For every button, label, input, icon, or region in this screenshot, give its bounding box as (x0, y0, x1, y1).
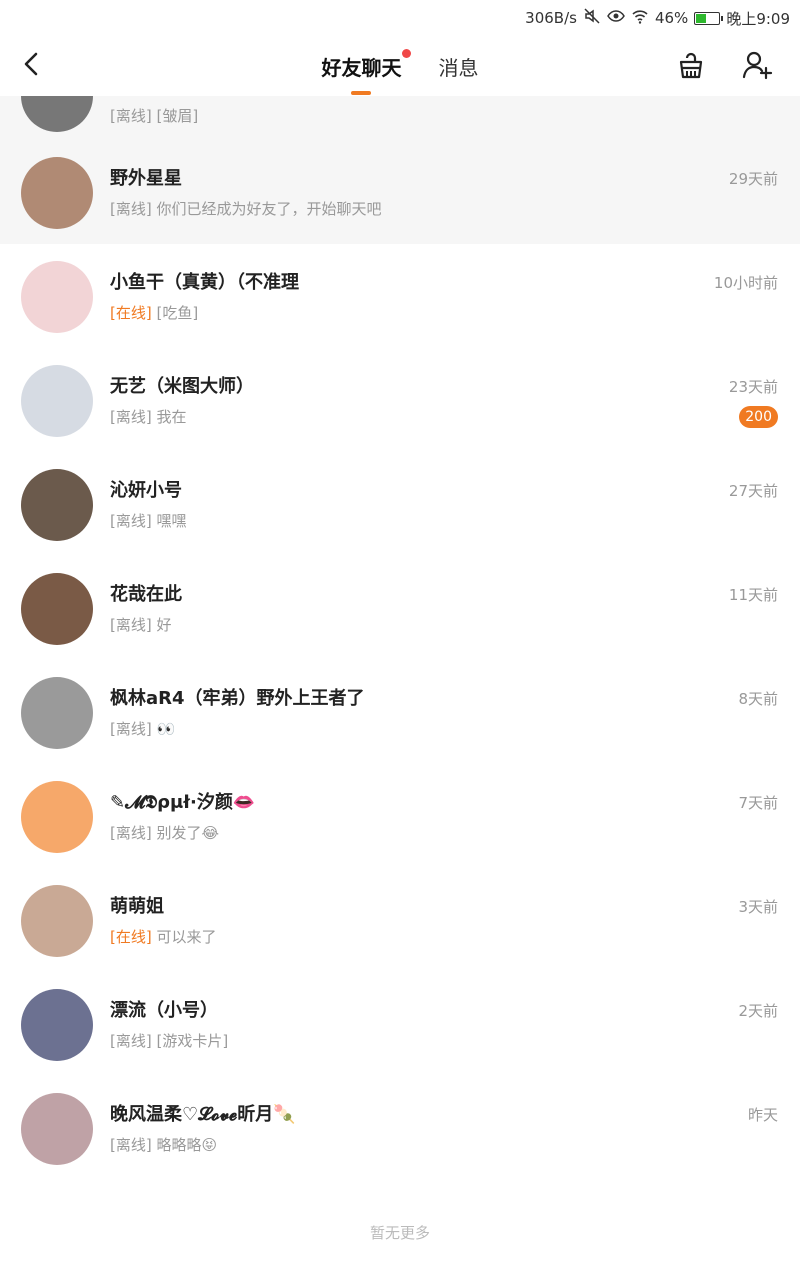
avatar[interactable] (21, 261, 93, 333)
message-text: 好 (156, 616, 172, 634)
contact-name: 漂流（小号） (110, 1000, 218, 1021)
message-text: 你们已经成为好友了，开始聊天吧 (156, 200, 382, 218)
contact-name: 无艺（米图大师） (110, 376, 254, 397)
chat-preview: [离线] 你们已经成为好友了，开始聊天吧 (110, 198, 382, 219)
chat-preview: [离线] [游戏卡片] (110, 1030, 228, 1051)
tab-label: 消息 (438, 56, 479, 80)
chat-preview: [离线] 嘿嘿 (110, 510, 187, 531)
timestamp: 27天前 (728, 482, 778, 500)
chat-row[interactable]: 野外星星 [离线] 你们已经成为好友了，开始聊天吧 29天前 (0, 140, 800, 244)
status-label: [离线] (110, 408, 152, 426)
timestamp: 昨天 (747, 1106, 778, 1124)
message-text: 别发了😂 (156, 824, 220, 842)
chat-rows: 野外星星 [离线] 你们已经成为好友了，开始聊天吧 29天前小鱼干（真黄）（不准理 [… (0, 140, 800, 1180)
chat-preview: [离线] 👀 (110, 718, 175, 739)
contact-name: 野外星星 (110, 168, 182, 189)
chat-row[interactable]: 枫林aR4（牢弟）野外上王者了 [离线] 👀 8天前 (0, 660, 800, 764)
avatar[interactable] (21, 781, 93, 853)
avatar[interactable] (21, 677, 93, 749)
status-bar-right: 306B/s 46% 晚上9:09 (525, 7, 790, 29)
message-text: 👀 (156, 720, 176, 738)
status-label: [在线] (110, 928, 152, 946)
battery-percent: 46% (654, 9, 689, 27)
timestamp: 2天前 (738, 1002, 778, 1020)
add-friend-icon[interactable] (740, 48, 774, 82)
status-bar: 306B/s 46% 晚上9:09 (0, 0, 800, 34)
status-label: [离线] (110, 720, 152, 738)
no-more-label: 暂无更多 (369, 1224, 430, 1242)
chat-row[interactable]: 花哉在此 [离线] 好 11天前 (0, 556, 800, 660)
message-text: 可以来了 (156, 928, 217, 946)
avatar[interactable] (21, 1093, 93, 1165)
contact-name: 枫林aR4（牢弟）野外上王者了 (110, 688, 365, 709)
avatar[interactable] (21, 365, 93, 437)
clock: 晚上9:09 (726, 9, 790, 28)
status-label: [离线] (110, 1032, 152, 1050)
active-tab-indicator (351, 91, 372, 95)
chat-row[interactable]: 小鱼干（真黄）（不准理 [在线] [吃鱼] 10小时前 (0, 244, 800, 348)
tab-messages[interactable]: 消息 (439, 52, 479, 81)
avatar[interactable] (21, 885, 93, 957)
contact-name: 晚风温柔♡𝓛𝓸𝓿𝓮昕月🍡 (110, 1104, 296, 1125)
tab-label: 好友聊天 (321, 56, 402, 80)
status-label: [离线] (110, 107, 152, 125)
avatar (21, 96, 93, 132)
battery-icon (694, 11, 724, 25)
chat-preview: [在线] [吃鱼] (110, 302, 198, 323)
chat-preview: [离线] 好 (110, 614, 172, 635)
unread-dot (402, 49, 412, 58)
message-text: [吃鱼] (156, 304, 199, 322)
chat-preview: [离线] [皱眉] (110, 105, 198, 126)
chat-row[interactable]: 沁妍小号 [离线] 嘿嘿 27天前 (0, 452, 800, 556)
timestamp: 29天前 (728, 170, 778, 188)
contact-name: 沁妍小号 (110, 480, 182, 501)
battery-level (696, 13, 707, 23)
net-speed: 306B/s (525, 9, 577, 27)
wifi-icon (631, 7, 649, 29)
chat-row-partial[interactable]: [离线] [皱眉] (0, 96, 800, 140)
status-label: [在线] (110, 304, 152, 322)
contact-name: 萌萌姐 (110, 896, 164, 917)
chat-list: [离线] [皱眉] 野外星星 [离线] 你们已经成为好友了，开始聊天吧 29天前小鱼… (0, 96, 800, 1180)
unread-badge: 200 (739, 406, 778, 428)
chat-row[interactable]: 漂流（小号） [离线] [游戏卡片] 2天前 (0, 972, 800, 1076)
message-text: 略略略😝 (156, 1136, 218, 1154)
message-text: [皱眉] (156, 107, 199, 125)
chat-row[interactable]: 晚风温柔♡𝓛𝓸𝓿𝓮昕月🍡 [离线] 略略略😝 昨天 (0, 1076, 800, 1180)
chat-preview: [离线] 别发了😂 (110, 822, 219, 843)
avatar[interactable] (21, 469, 93, 541)
top-nav: 好友聊天 消息 (0, 34, 800, 96)
message-text: 嘿嘿 (156, 512, 187, 530)
contact-name: ✎𝓜𝕯ρμł·汐颜👄 (110, 792, 256, 813)
status-label: [离线] (110, 824, 152, 842)
message-text: [游戏卡片] (156, 1032, 229, 1050)
timestamp: 23天前 (728, 378, 778, 396)
message-text: 我在 (156, 408, 187, 426)
chat-preview: [在线] 可以来了 (110, 926, 217, 947)
timestamp: 7天前 (738, 794, 778, 812)
timestamp: 11天前 (728, 586, 778, 604)
avatar[interactable] (21, 573, 93, 645)
chat-row[interactable]: 萌萌姐 [在线] 可以来了 3天前 (0, 868, 800, 972)
status-label: [离线] (110, 200, 152, 218)
chat-row[interactable]: ✎𝓜𝕯ρμł·汐颜👄 [离线] 别发了😂 7天前 (0, 764, 800, 868)
cleaner-icon[interactable] (674, 48, 708, 82)
chat-preview: [离线] 我在 (110, 406, 187, 427)
timestamp: 10小时前 (713, 274, 778, 292)
contact-name: 小鱼干（真黄）（不准理 (110, 272, 299, 293)
timestamp: 3天前 (738, 898, 778, 916)
status-label: [离线] (110, 512, 152, 530)
eye-icon (607, 7, 625, 29)
chat-preview: [离线] 略略略😝 (110, 1134, 217, 1155)
mute-icon (583, 7, 601, 29)
avatar[interactable] (21, 989, 93, 1061)
status-label: [离线] (110, 1136, 152, 1154)
contact-name: 花哉在此 (110, 584, 182, 605)
status-label: [离线] (110, 616, 152, 634)
timestamp: 8天前 (738, 690, 778, 708)
avatar[interactable] (21, 157, 93, 229)
tab-friend-chat[interactable]: 好友聊天 (321, 49, 412, 95)
chat-row[interactable]: 无艺（米图大师） [离线] 我在 23天前 200 (0, 348, 800, 452)
